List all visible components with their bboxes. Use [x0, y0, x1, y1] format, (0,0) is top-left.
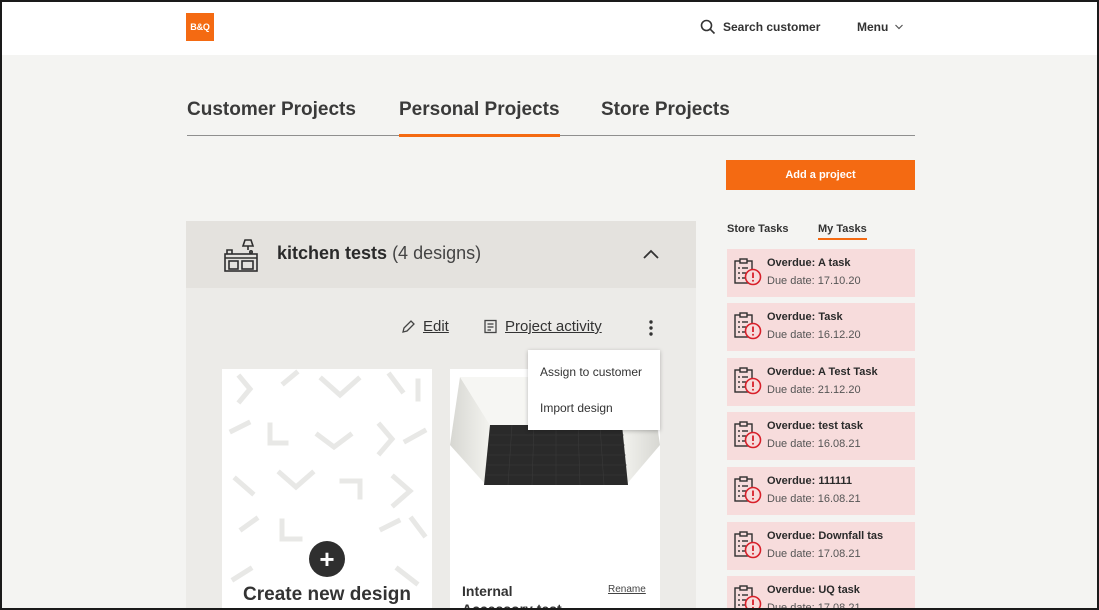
- design-name-line-1: Internal: [462, 583, 513, 599]
- top-bar: B&Q Search customer Menu: [0, 0, 1099, 55]
- task-item[interactable]: Overdue: test task Due date: 16.08.21: [727, 412, 915, 460]
- task-item[interactable]: Overdue: 111111 Due date: 16.08.21: [727, 467, 915, 515]
- overdue-task-icon: [734, 258, 762, 286]
- rename-link[interactable]: Rename: [608, 584, 646, 595]
- overdue-task-icon: [734, 476, 762, 504]
- project-activity-link[interactable]: Project activity: [483, 318, 602, 335]
- task-title: Overdue: A task: [767, 257, 851, 269]
- bq-logo[interactable]: B&Q: [186, 13, 214, 41]
- project-tabs: Customer Projects Personal Projects Stor…: [187, 97, 915, 137]
- task-due-date: Due date: 17.08.21: [767, 548, 861, 560]
- project-name: kitchen tests: [277, 243, 388, 263]
- kitchen-icon: [224, 239, 258, 272]
- edit-label: Edit: [423, 318, 449, 335]
- tab-store-projects[interactable]: Store Projects: [601, 97, 730, 136]
- task-due-date: Due date: 17.08.21: [767, 602, 861, 610]
- task-title: Overdue: test task: [767, 420, 863, 432]
- task-due-date: Due date: 16.08.21: [767, 493, 861, 505]
- tab-personal-projects[interactable]: Personal Projects: [399, 97, 560, 137]
- design-name: Internal Accessory test: [462, 582, 562, 610]
- task-title: Overdue: A Test Task: [767, 366, 878, 378]
- task-item[interactable]: Overdue: Task Due date: 16.12.20: [727, 303, 915, 351]
- project-header[interactable]: kitchen tests (4 designs): [186, 221, 696, 288]
- task-item[interactable]: Overdue: A task Due date: 17.10.20: [727, 249, 915, 297]
- overdue-task-icon: [734, 367, 762, 395]
- edit-link[interactable]: Edit: [401, 318, 449, 335]
- task-title: Overdue: Task: [767, 311, 843, 323]
- more-options-icon[interactable]: [648, 320, 654, 336]
- create-design-label: Create new design: [243, 584, 411, 605]
- overdue-task-icon: [734, 421, 762, 449]
- project-body: Edit Project activity + Create new desig…: [186, 288, 696, 610]
- tab-my-tasks[interactable]: My Tasks: [818, 223, 867, 240]
- assign-to-customer-option[interactable]: Assign to customer: [540, 365, 642, 379]
- chevron-up-icon[interactable]: [642, 248, 660, 260]
- overdue-task-icon: [734, 312, 762, 340]
- plus-icon[interactable]: +: [309, 541, 345, 577]
- search-icon: [700, 19, 716, 35]
- task-due-date: Due date: 21.12.20: [767, 384, 861, 396]
- project-design-count: (4 designs): [392, 243, 482, 263]
- project-title: kitchen tests (4 designs): [277, 243, 481, 264]
- search-customer-button[interactable]: Search customer: [700, 17, 820, 37]
- task-due-date: Due date: 17.10.20: [767, 275, 861, 287]
- menu-label: Menu: [857, 20, 889, 34]
- task-due-date: Due date: 16.12.20: [767, 329, 861, 341]
- task-item[interactable]: Overdue: A Test Task Due date: 21.12.20: [727, 358, 915, 406]
- task-item[interactable]: Overdue: Downfall tas Due date: 17.08.21: [727, 522, 915, 570]
- overdue-task-icon: [734, 585, 762, 610]
- search-customer-label: Search customer: [723, 20, 821, 34]
- task-due-date: Due date: 16.08.21: [767, 438, 861, 450]
- task-title: Overdue: UQ task: [767, 584, 860, 596]
- pencil-icon: [402, 320, 415, 333]
- chevron-down-icon: [895, 24, 904, 30]
- task-title: Overdue: 111111: [767, 475, 853, 487]
- task-item[interactable]: Overdue: UQ task Due date: 17.08.21: [727, 576, 915, 610]
- tab-customer-projects[interactable]: Customer Projects: [187, 97, 356, 136]
- overdue-task-icon: [734, 531, 762, 559]
- menu-button[interactable]: Menu: [857, 17, 904, 37]
- design-name-line-2: Accessory test: [462, 601, 562, 610]
- tab-store-tasks[interactable]: Store Tasks: [727, 223, 789, 235]
- document-icon: [484, 319, 497, 334]
- project-options-menu: Assign to customer Import design: [528, 350, 660, 430]
- create-design-card[interactable]: + Create new design: [222, 369, 432, 610]
- add-project-button[interactable]: Add a project: [726, 160, 915, 190]
- project-activity-label: Project activity: [505, 318, 602, 335]
- task-title: Overdue: Downfall tas: [767, 530, 884, 542]
- import-design-option[interactable]: Import design: [540, 401, 613, 415]
